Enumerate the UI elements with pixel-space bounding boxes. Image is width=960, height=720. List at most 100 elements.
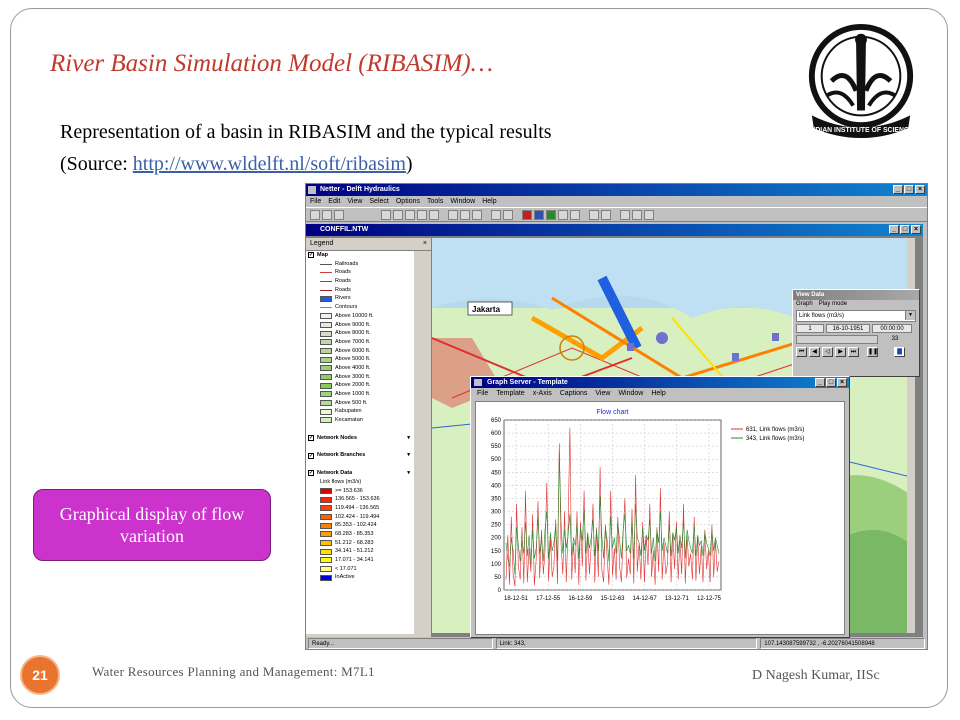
map-icon[interactable] — [546, 210, 556, 220]
zoom-box-icon[interactable] — [405, 210, 415, 220]
legend-title: Legend — [310, 240, 334, 247]
graph-icon[interactable] — [632, 210, 642, 220]
legend-item-label: Rivers — [335, 295, 351, 302]
timestep-date[interactable]: 16-10-1951 — [826, 324, 870, 333]
menu-file[interactable]: File — [310, 196, 321, 207]
legend-class-label: 119.494 - 136.565 — [335, 504, 380, 511]
legend-swatch — [320, 347, 332, 354]
y-tick-label: 0 — [498, 588, 502, 594]
graph-menu-window[interactable]: Window — [618, 388, 643, 399]
timestep-index[interactable]: 1 — [796, 324, 824, 333]
refresh-icon[interactable] — [429, 210, 439, 220]
legend-class-label: < 17.071 — [335, 565, 357, 572]
y-tick-label: 400 — [491, 483, 502, 489]
menu-window[interactable]: Window — [450, 196, 475, 207]
minimize-button[interactable]: _ — [893, 185, 903, 194]
pointer-icon[interactable] — [534, 210, 544, 220]
menu-tools[interactable]: Tools — [427, 196, 443, 207]
flag-icon[interactable] — [522, 210, 532, 220]
measure-icon[interactable] — [601, 210, 611, 220]
close-button[interactable]: × — [915, 185, 925, 194]
chart-icon[interactable]: ▇ — [894, 347, 905, 357]
settings-icon[interactable] — [644, 210, 654, 220]
status-ready: Ready... — [308, 638, 493, 649]
status-link: Link: 343, — [495, 638, 758, 649]
menu-view[interactable]: View — [347, 196, 362, 207]
menu-options[interactable]: Options — [396, 196, 420, 207]
graph-close-button[interactable]: × — [837, 378, 847, 387]
zoom-out-icon[interactable] — [393, 210, 403, 220]
legend-class-label: 85.353 - 102.424 — [335, 522, 377, 529]
x-tick-label: 18-12-51 — [504, 596, 529, 602]
help-icon[interactable] — [334, 210, 344, 220]
graph-menu-file[interactable]: File — [477, 388, 488, 399]
erase-icon[interactable] — [570, 210, 580, 220]
graph-menu-template[interactable]: Template — [496, 388, 524, 399]
legend-item: Contours — [306, 303, 414, 312]
rewind-icon[interactable]: ◁ — [822, 347, 833, 357]
graph-menu-xaxis[interactable]: x-Axis — [533, 388, 552, 399]
new-icon[interactable] — [310, 210, 320, 220]
legend-close-icon[interactable]: × — [423, 238, 427, 250]
menu-select[interactable]: Select — [369, 196, 388, 207]
select-branch-icon[interactable] — [460, 210, 470, 220]
legend-item-label: Roads — [335, 269, 351, 276]
move-icon[interactable] — [503, 210, 513, 220]
legend-class-item: 51.212 - 68.283 — [306, 539, 414, 548]
legend-item: Kabupaten — [306, 407, 414, 416]
layers-icon[interactable] — [558, 210, 568, 220]
pan-icon[interactable] — [417, 210, 427, 220]
info-icon[interactable] — [589, 210, 599, 220]
legend-map-head[interactable]: ✓ Map — [306, 251, 414, 260]
network-close-button[interactable]: × — [911, 225, 921, 234]
y-tick-label: 650 — [491, 418, 502, 424]
last-frame-icon[interactable]: ⏭ — [848, 347, 859, 357]
select-node-icon[interactable] — [448, 210, 458, 220]
legend-item-label: Above 6000 ft. — [335, 347, 371, 354]
y-tick-label: 150 — [491, 549, 502, 555]
legend-network-nodes[interactable]: ✓ Network Nodes ▾ — [306, 434, 414, 443]
y-tick-label: 100 — [491, 562, 502, 568]
view-data-menu-playmode[interactable]: Play mode — [819, 300, 847, 309]
network-maximize-button[interactable]: □ — [900, 225, 910, 234]
menu-edit[interactable]: Edit — [328, 196, 340, 207]
zoom-in-icon[interactable] — [381, 210, 391, 220]
legend-class-label: 34.141 - 51.212 — [335, 548, 374, 555]
timestep-time[interactable]: 00:00:00 — [872, 324, 912, 333]
source-link[interactable]: http://www.wldelft.nl/soft/ribasim — [133, 153, 406, 175]
chart-title: Flow chart — [596, 409, 628, 416]
time-slider[interactable] — [796, 335, 878, 344]
legend-scrollbar[interactable] — [419, 251, 431, 634]
menu-help[interactable]: Help — [482, 196, 496, 207]
legend-swatch — [320, 531, 332, 538]
chevron-down-icon[interactable]: ▾ — [407, 451, 410, 460]
graph-menu-help[interactable]: Help — [651, 388, 665, 399]
edit-icon[interactable] — [491, 210, 501, 220]
parameter-select[interactable]: Link flows (m3/s) ▼ — [796, 310, 916, 322]
prev-frame-icon[interactable]: ◀ — [809, 347, 820, 357]
view-data-menu-graph[interactable]: Graph — [796, 300, 813, 309]
legend-class-item: InActive — [306, 573, 414, 582]
play-icon[interactable]: ▶ — [835, 347, 846, 357]
select-area-icon[interactable] — [472, 210, 482, 220]
save-icon[interactable] — [322, 210, 332, 220]
chevron-down-icon[interactable]: ▾ — [407, 434, 410, 443]
graph-minimize-button[interactable]: _ — [815, 378, 825, 387]
graph-maximize-button[interactable]: □ — [826, 378, 836, 387]
legend-item: Above 1000 ft. — [306, 390, 414, 399]
y-tick-label: 200 — [491, 536, 502, 542]
legend-swatch — [320, 356, 332, 363]
legend-network-branches[interactable]: ✓ Network Branches ▾ — [306, 451, 414, 460]
first-frame-icon[interactable]: ⏮ — [796, 347, 807, 357]
status-bar: Ready... Link: 343, 107.143087599732 , -… — [306, 637, 927, 649]
network-minimize-button[interactable]: _ — [889, 225, 899, 234]
chevron-down-icon[interactable]: ▾ — [407, 469, 410, 478]
graph-menu-captions[interactable]: Captions — [560, 388, 588, 399]
legend-network-data[interactable]: ✓ Network Data ▾ — [306, 469, 414, 478]
pause-icon[interactable]: ❚❚ — [867, 347, 878, 357]
maximize-button[interactable]: □ — [904, 185, 914, 194]
graph-menu-view[interactable]: View — [595, 388, 610, 399]
run-icon[interactable] — [620, 210, 630, 220]
graph-window-title: Graph Server - Template — [487, 379, 568, 386]
legend-swatch — [320, 306, 332, 308]
